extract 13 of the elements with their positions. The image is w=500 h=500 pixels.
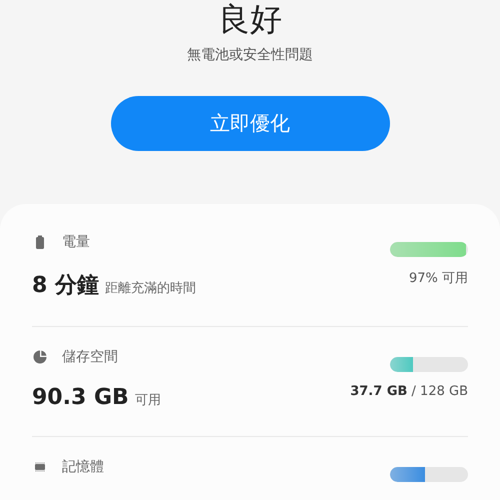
item-label: 記憶體 [62,458,104,476]
optimize-button[interactable]: 立即優化 [110,96,390,151]
status-title: 良好 [218,0,282,38]
usage-reading: 97% 可用 [408,270,468,287]
item-note: 可用 [134,392,161,409]
item-value: 8 分鐘 [32,272,99,300]
item-note: 距離充滿的時間 [104,280,196,297]
item-label: 電量 [62,233,90,251]
pie-chart-icon [32,349,48,365]
item-value: 90.3 GB [32,385,129,410]
usage-reading: 37.7 GB / 128 GB [350,384,468,399]
status-subtitle: 無電池或安全性問題 [187,46,313,64]
item-label: 儲存空間 [62,348,118,366]
